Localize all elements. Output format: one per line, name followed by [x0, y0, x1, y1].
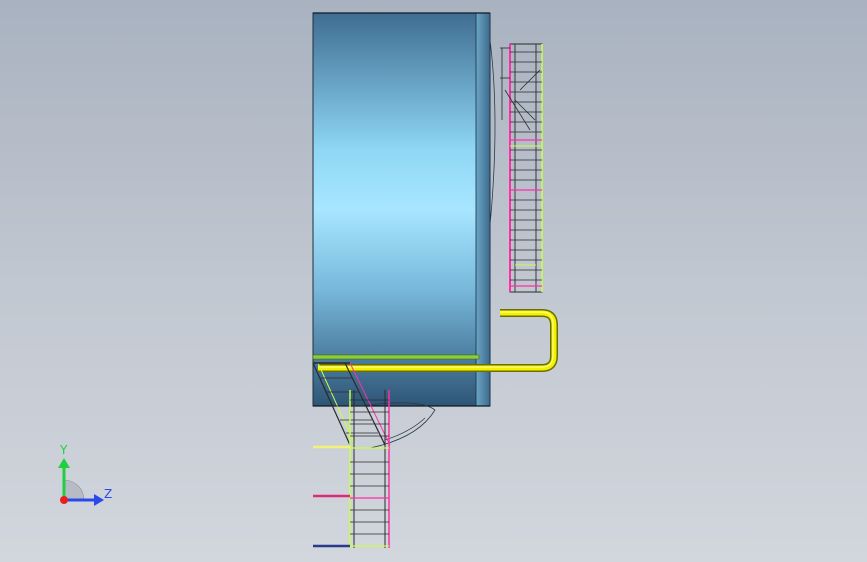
- lower-dome-outline: [359, 402, 436, 449]
- z-axis-arrow-icon: [94, 494, 104, 506]
- y-axis-label: Y: [59, 443, 68, 457]
- z-axis-label: Z: [104, 487, 112, 501]
- cad-viewport[interactable]: [0, 0, 867, 562]
- tank-body[interactable]: [312, 12, 496, 407]
- x-axis-dot-icon: [60, 496, 68, 504]
- coordinate-triad: Y Z: [58, 443, 112, 506]
- triad-quarter-disc: [63, 479, 85, 501]
- y-axis-arrow-icon: [58, 458, 70, 468]
- side-ladder-cage[interactable]: [500, 43, 543, 293]
- base-strip: [312, 354, 480, 360]
